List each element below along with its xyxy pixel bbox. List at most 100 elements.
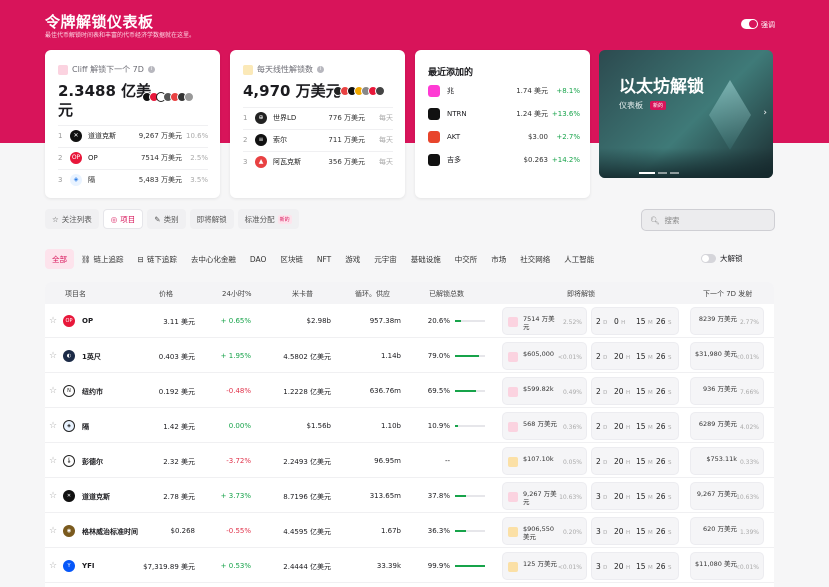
col-price[interactable]: 价格 [159,289,173,299]
token-name[interactable]: 纽约市 [82,387,103,397]
next-slide-icon[interactable]: › [763,108,767,118]
col-unlocked[interactable]: 已解锁总数 [429,289,464,299]
countdown-timer: 3 D 20 H 15 M 26 S [591,552,679,580]
token-name[interactable]: 隔 [82,422,89,432]
table-row[interactable]: ☆ ◉ 格林威治标准时间 $0.268 -0.55% 4.4595 亿美元 1.67b 36.… [45,514,774,548]
carousel-indicator[interactable] [639,172,679,174]
table-row[interactable]: ☆ ◐ 1英尺 0.403 美元 + 1.95% 4.5802 亿美元 1.14b 79.0%… [45,339,774,373]
table-row[interactable]: ☆ N 纽约市 0.192 美元 -0.48% 1.2228 亿美元 636.76m 69.5… [45,374,774,408]
tab-类别[interactable]: ✎ 类别 [147,209,186,229]
toggle-switch[interactable] [701,254,716,263]
upcoming-unlock-box[interactable]: $599.82k 0.49% [502,377,587,405]
cell-unlocked: 79.0% [427,352,450,360]
info-icon[interactable]: i [317,66,324,73]
upcoming-unlock-box[interactable]: 568 万美元 0.36% [502,412,587,440]
cliff-list-item[interactable]: 3 ◈ 隔 5,483 万美元 3.5% [58,169,208,189]
token-name[interactable]: 彭德尔 [82,457,103,467]
category-chip[interactable]: 元宇宙 [367,249,404,269]
big-unlock-toggle[interactable]: 大解锁 [701,253,743,264]
upcoming-unlock-box[interactable]: 7514 万美元 2.52% [502,307,587,335]
tab-标准分配[interactable]: 标准分配 新的 [237,209,299,229]
category-chip[interactable]: 中交所 [448,249,485,269]
ethereum-unlock-banner[interactable]: 以太坊解锁 仪表板 新的 › [599,50,773,178]
watchlist-star-icon[interactable]: ☆ [49,561,57,571]
col-mcap[interactable]: 米卡普 [292,289,313,299]
recently-added-card[interactable]: 最近添加的 兆 1.74 美元 +8.1% NTRN 1.24 美元 +13.6% AKT $… [415,50,590,198]
category-chip[interactable]: NFT [310,249,338,269]
category-chip[interactable]: 市场 [484,249,513,269]
watchlist-star-icon[interactable]: ☆ [49,456,57,466]
next-7d-box[interactable]: 620 万美元 1.39% [690,517,764,545]
search-input[interactable]: 🔍︎ 搜索 [641,209,775,231]
col-24h[interactable]: 24小时% [222,289,252,299]
next-7d-box[interactable]: 8239 万美元 2.77% [690,307,764,335]
upcoming-percent: <0.01% [557,564,582,571]
category-chip[interactable]: 人工智能 [557,249,601,269]
token-name[interactable]: OP [82,317,93,325]
category-chip[interactable]: 游戏 [338,249,367,269]
cliff-list-item[interactable]: 2 OP OP 7514 万美元 2.5% [58,147,208,167]
next-7d-box[interactable]: 9,267 万美元 10.63% [690,482,764,510]
cliff-list-item[interactable]: 1 ✕ 道道克斯 9,267 万美元 10.6% [58,125,208,145]
watchlist-star-icon[interactable]: ☆ [49,316,57,326]
watchlist-star-icon[interactable]: ☆ [49,491,57,501]
table-row[interactable]: ☆ OP OP 3.11 美元 + 0.65% $2.98b 957.38m 20.6% 751… [45,304,774,338]
tab-关注列表[interactable]: ☆ 关注列表 [45,209,99,229]
countdown-part: 26 S [656,317,672,326]
token-logo-stack [333,86,385,96]
upcoming-unlock-box[interactable]: 9,267 万美元 10.63% [502,482,587,510]
category-chip[interactable]: 基础设施 [404,249,448,269]
upcoming-unlock-box[interactable]: $107.10k 0.05% [502,447,587,475]
next-7d-box[interactable]: 936 万美元 7.66% [690,377,764,405]
category-chip[interactable]: 去中心化金融 [184,249,243,269]
cliff-unlock-card[interactable]: Cliff 解锁下一个 7D i 2.3488 亿美 元 1 ✕ 道道克斯 9,267… [45,50,220,198]
info-icon[interactable]: i [147,66,155,73]
recent-list-item[interactable]: 兆 1.74 美元 +8.1% [428,80,580,102]
watchlist-star-icon[interactable]: ☆ [49,351,57,361]
unlock-percent: 2.5% [190,153,208,162]
tab-项目[interactable]: ◎ 项目 [102,209,144,229]
next-7d-box[interactable]: $11,080 美元 <0.01% [690,552,764,580]
countdown-part: 26 S [656,422,672,431]
watchlist-star-icon[interactable]: ☆ [49,386,57,396]
category-chip[interactable]: 社交网络 [513,249,557,269]
table-row[interactable]: ☆ 🌡 彭德尔 2.32 美元 -3.72% 2.2493 亿美元 96.95m -- $107… [45,444,774,478]
upcoming-unlock-box[interactable]: $605,000 <0.01% [502,342,587,370]
category-chip[interactable]: ⊟ 链下追踪 [131,249,184,269]
recent-list-item[interactable]: NTRN 1.24 美元 +13.6% [428,103,580,125]
next-7d-box[interactable]: $31,980 美元 <0.01% [690,342,764,370]
table-row[interactable]: ☆ ◈ 隔 1.42 美元 0.00% $1.56b 1.10b 10.9% 568 万美元 0.… [45,409,774,443]
tab-即将解锁[interactable]: 即将解锁 [189,209,234,229]
linear-list-item[interactable]: 1 ⊕ 世界LD 776 万美元 每天 [243,107,393,127]
linear-list-item[interactable]: 3 ▲ 阿瓦克斯 356 万美元 每天 [243,151,393,171]
col-upcoming[interactable]: 即将解锁 [567,289,595,299]
col-next7d[interactable]: 下一个 7D 发射 [703,289,752,299]
linear-unlock-card[interactable]: 每天线性解锁数 i 4,970 万美元 1 ⊕ 世界LD 776 万美元 每天 2 ≡ 索尔 7… [230,50,405,198]
col-project[interactable]: 项目名 [65,289,86,299]
upcoming-unlock-box[interactable]: 125 万美元 <0.01% [502,552,587,580]
category-chip[interactable]: DAO [243,249,274,269]
category-chip[interactable]: ⛓ 链上追踪 [74,249,131,269]
linear-list-item[interactable]: 2 ≡ 索尔 711 万美元 每天 [243,129,393,149]
category-chip[interactable]: 全部 [45,249,74,269]
upcoming-unlock-box[interactable]: $906,550 美元 0.20% [502,517,587,545]
next-7d-box[interactable]: $753.11k 0.33% [690,447,764,475]
token-name[interactable]: YFI [82,562,94,570]
tab-label: 类别 [163,214,179,224]
table-row[interactable]: ☆ Y YFI $7,319.89 美元 + 0.53% 2.4444 亿美元 33.39k… [45,549,774,583]
watchlist-star-icon[interactable]: ☆ [49,421,57,431]
col-supply[interactable]: 循环。供应 [355,289,390,299]
token-name[interactable]: 1英尺 [82,352,101,362]
token-name[interactable]: 格林威治标准时间 [82,527,138,537]
countdown-timer: 3 D 20 H 15 M 26 S [591,517,679,545]
table-row[interactable]: ☆ ✕ 道道克斯 2.78 美元 + 3.73% 8.7196 亿美元 313.65m 37.… [45,479,774,513]
countdown-part: 2 D [596,422,608,431]
next-7d-box[interactable]: 6289 万美元 4.02% [690,412,764,440]
highlight-toggle[interactable] [741,19,758,29]
category-chip[interactable]: 区块链 [273,249,310,269]
recent-list-item[interactable]: AKT $3.00 +2.7% [428,126,580,148]
recent-list-item[interactable]: 吉多 $0.263 +14.2% [428,149,580,171]
watchlist-star-icon[interactable]: ☆ [49,526,57,536]
token-name[interactable]: 道道克斯 [82,492,110,502]
unlock-frequency: 每天 [379,157,393,166]
